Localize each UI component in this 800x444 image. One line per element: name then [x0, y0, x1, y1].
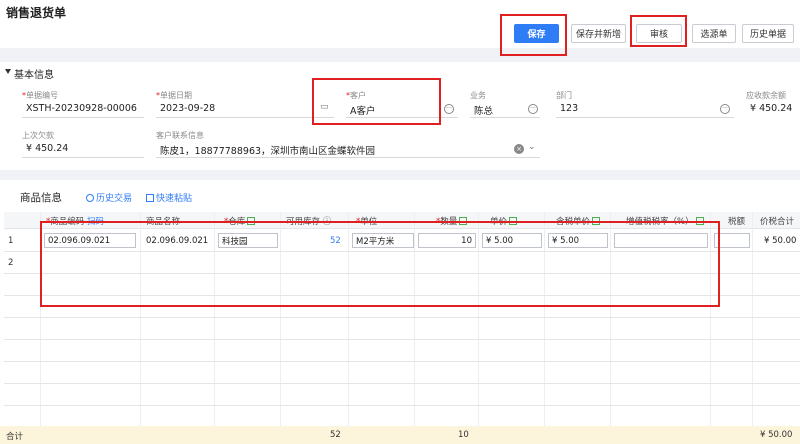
dept-field[interactable]: 123 — [560, 103, 578, 114]
row1-unit-input[interactable]: M2平方米 — [352, 233, 414, 248]
col-divider — [710, 212, 711, 426]
row-divider — [4, 317, 800, 318]
chevron-down-icon[interactable]: ⌄ — [528, 142, 536, 152]
row-divider — [4, 251, 800, 252]
help-icon: ⓘ — [322, 217, 332, 227]
row-divider — [4, 273, 800, 274]
customer-more-icon[interactable]: ··· — [444, 104, 454, 114]
col-vat-header: 增值税税率（%） — [626, 215, 704, 227]
calendar-icon[interactable]: ▭ — [320, 102, 329, 112]
receivable-label: 应收款余额 — [746, 91, 786, 100]
qty-total: 10 — [458, 430, 469, 440]
last-debt-value: ¥ 450.24 — [26, 143, 69, 154]
dept-more-icon[interactable]: ··· — [720, 104, 730, 114]
col-divider — [752, 212, 753, 426]
edit-icon — [509, 217, 518, 225]
row-divider — [4, 405, 800, 406]
col-divider — [544, 212, 545, 426]
save-button[interactable]: 保存 — [514, 24, 559, 43]
customer-label: *客户 — [346, 91, 366, 100]
bill-no-field[interactable]: XSTH-20230928-00006 — [26, 103, 137, 114]
col-qty-header: *数量 — [436, 215, 468, 227]
save-and-new-button[interactable]: 保存并新增 — [571, 24, 626, 43]
date-label: *单据日期 — [156, 91, 192, 100]
history-bills-button[interactable]: 历史单据 — [742, 24, 794, 43]
row1-amount: ¥ 50.00 — [764, 236, 797, 246]
dept-label: 部门 — [556, 91, 572, 100]
col-unit-header: *单位 — [356, 217, 378, 227]
col-divider — [478, 212, 479, 426]
totals-bar — [0, 426, 800, 444]
basic-info-title: 基本信息 — [14, 70, 54, 81]
col-tax-header: 税额 — [728, 217, 746, 227]
col-divider — [40, 212, 41, 426]
edit-icon — [695, 217, 704, 225]
select-source-button[interactable]: 选源单 — [692, 24, 736, 43]
amount-total: ¥ 50.00 — [760, 430, 793, 440]
col-amount-header: 价税合计 — [760, 217, 795, 227]
clear-icon[interactable]: × — [514, 144, 524, 154]
col-divider — [280, 212, 281, 426]
date-underline — [156, 117, 334, 118]
edit-icon — [247, 217, 256, 225]
basic-info-card — [0, 62, 800, 170]
contact-field[interactable]: 陈皮1，18877788963，深圳市南山区金蝶软件园 — [160, 143, 375, 157]
last-debt-underline — [22, 157, 144, 158]
salesman-underline — [470, 117, 540, 118]
col-divider — [414, 212, 415, 426]
page-title: 销售退货单 — [6, 6, 67, 20]
checkbox-icon — [146, 194, 154, 202]
goods-table: *商品编码 扫码 商品名称 *仓库 可用库存 ⓘ *单位 *数量 单价 含税单价… — [4, 212, 800, 426]
salesman-field[interactable]: 陈总 — [474, 103, 493, 117]
row1-name[interactable]: 02.096.09.021 — [146, 236, 208, 246]
row1-qty-input[interactable]: 10 — [418, 233, 476, 248]
col-divider — [214, 212, 215, 426]
quick-paste-link[interactable]: 快速粘贴 — [146, 191, 192, 204]
history-trade-link[interactable]: 历史交易 — [86, 191, 132, 204]
goods-title: 商品信息 — [20, 192, 62, 204]
collapse-arrow-icon[interactable] — [5, 69, 11, 74]
customer-field[interactable]: A客户 — [350, 103, 376, 117]
col-tax-price-header: 含税单价 — [556, 215, 601, 227]
row-divider — [4, 361, 800, 362]
totals-label: 合计 — [6, 432, 24, 442]
edit-icon — [592, 217, 601, 225]
row-number: 1 — [8, 236, 14, 246]
row-divider — [4, 295, 800, 296]
row1-vat-input[interactable] — [614, 233, 708, 248]
contact-underline — [156, 157, 540, 158]
bill-no-underline — [22, 117, 144, 118]
row1-price-input[interactable]: ¥ 5.00 — [482, 233, 542, 248]
col-stock-header: 可用库存 ⓘ — [286, 217, 332, 227]
last-debt-label: 上次欠款 — [22, 131, 54, 140]
col-divider — [348, 212, 349, 426]
row-number: 2 — [8, 258, 14, 268]
date-field[interactable]: 2023-09-28 — [160, 103, 215, 114]
audit-button[interactable]: 审核 — [636, 24, 682, 43]
col-name-header: 商品名称 — [146, 217, 181, 227]
customer-underline — [346, 117, 458, 118]
dept-underline — [556, 117, 734, 118]
salesman-more-icon[interactable]: ··· — [528, 104, 538, 114]
row1-tax-price-input[interactable]: ¥ 5.00 — [548, 233, 608, 248]
receivable-value: ¥ 450.24 — [750, 103, 793, 114]
stock-total: 52 — [330, 430, 341, 440]
row1-stock[interactable]: 52 — [330, 236, 341, 246]
edit-icon — [459, 217, 468, 225]
col-divider — [610, 212, 611, 426]
salesman-label: 业务 — [470, 91, 486, 100]
row1-tax-input[interactable] — [714, 233, 750, 248]
col-price-header: 单价 — [490, 215, 518, 227]
contact-label: 客户联系信息 — [156, 131, 204, 140]
bill-no-label: *单据编号 — [22, 91, 58, 100]
scan-link[interactable]: 扫码 — [87, 217, 104, 227]
col-warehouse-header: *仓库 — [224, 215, 256, 227]
clock-icon — [86, 194, 94, 202]
row-divider — [4, 339, 800, 340]
col-divider — [140, 212, 141, 426]
col-code-header: *商品编码 扫码 — [46, 217, 104, 227]
row1-code-input[interactable]: 02.096.09.021 — [44, 233, 136, 248]
row1-warehouse-input[interactable]: 科技园 — [218, 233, 278, 248]
row-divider — [4, 383, 800, 384]
